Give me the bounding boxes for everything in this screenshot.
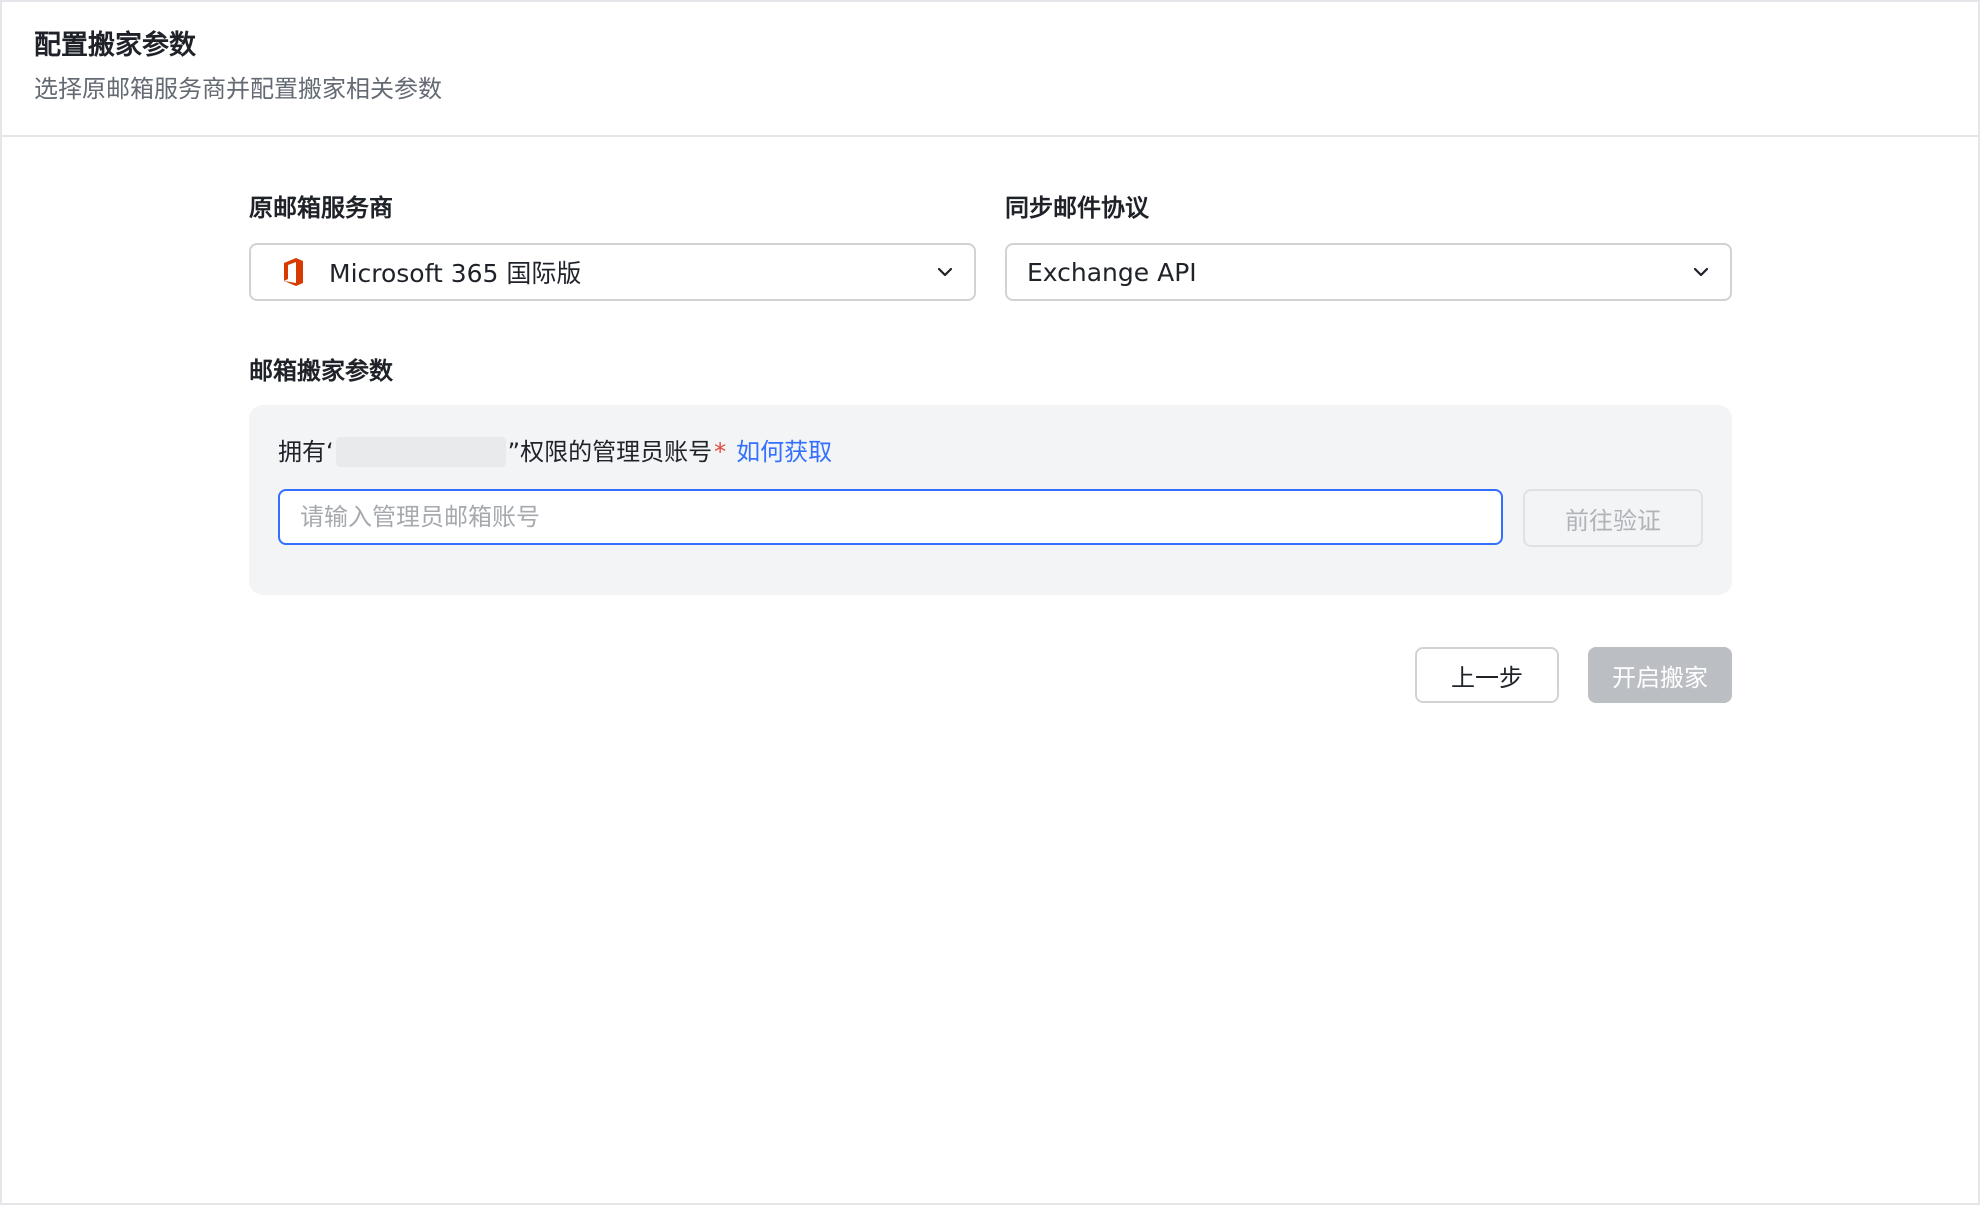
provider-selected-value: Microsoft 365 国际版 (329, 259, 582, 288)
protocol-selected-value: Exchange API (1027, 257, 1197, 287)
provider-select[interactable]: Microsoft 365 国际版 (249, 243, 976, 301)
page-title: 配置搬家参数 (34, 30, 196, 61)
chevron-down-icon (1693, 267, 1709, 277)
migration-config-panel: 配置搬家参数 选择原邮箱服务商并配置搬家相关参数 原邮箱服务商 Microsof… (0, 0, 1980, 1205)
admin-account-label: 拥有‘ ”权限的管理员账号 * 如何获取 (278, 435, 832, 469)
page-subtitle: 选择原邮箱服务商并配置搬家相关参数 (34, 75, 442, 103)
required-mark: * (714, 438, 727, 466)
how-to-get-link[interactable]: 如何获取 (736, 435, 832, 469)
migration-params-box: 拥有‘ ”权限的管理员账号 * 如何获取 前往验证 (249, 405, 1732, 595)
protocol-label: 同步邮件协议 (1005, 194, 1149, 222)
admin-label-suffix: ”权限的管理员账号 (507, 438, 713, 466)
redacted-permission-name (335, 437, 506, 467)
admin-email-input[interactable] (278, 489, 1503, 545)
migration-params-label: 邮箱搬家参数 (249, 357, 393, 385)
start-migration-button[interactable]: 开启搬家 (1588, 647, 1732, 703)
previous-step-button[interactable]: 上一步 (1415, 647, 1559, 703)
chevron-down-icon (937, 267, 953, 277)
admin-label-prefix: 拥有‘ (278, 438, 334, 466)
verify-button[interactable]: 前往验证 (1523, 489, 1703, 547)
protocol-select[interactable]: Exchange API (1005, 243, 1732, 301)
page-header: 配置搬家参数 选择原邮箱服务商并配置搬家相关参数 (2, 2, 1978, 137)
provider-label: 原邮箱服务商 (249, 194, 393, 222)
microsoft-office-icon (284, 258, 303, 286)
